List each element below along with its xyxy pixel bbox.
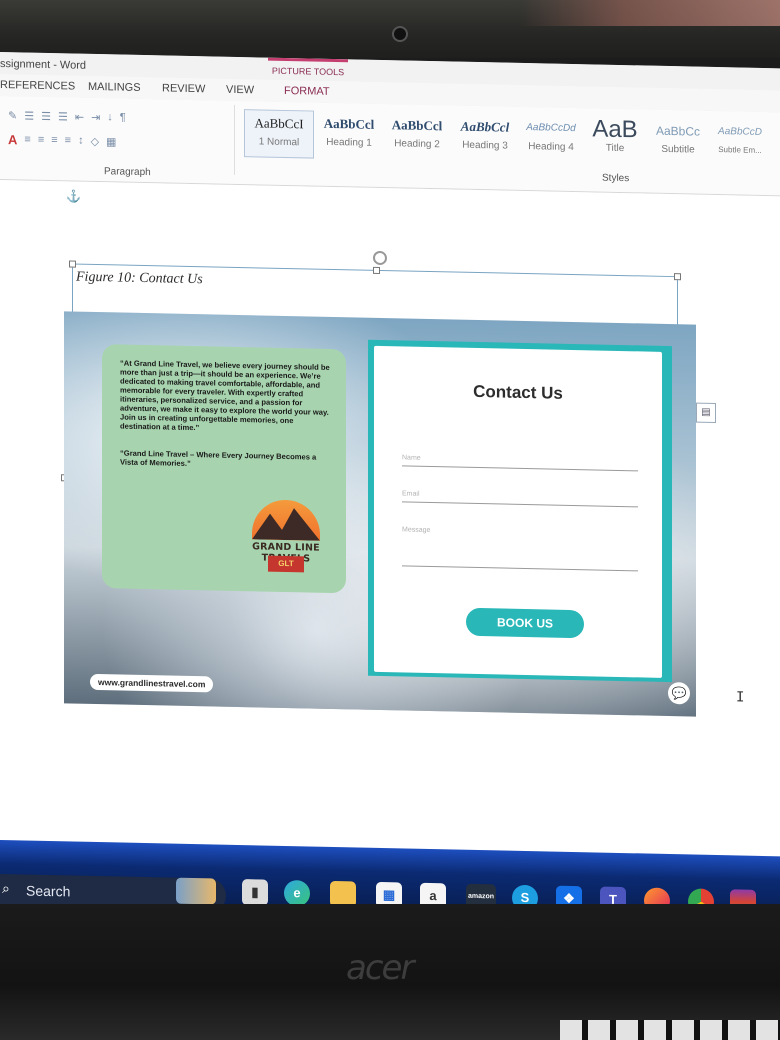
align-right-icon[interactable]: ≡ (51, 134, 57, 146)
laptop-screen: ssignment - Word PICTURE TOOLS REFERENCE… (0, 52, 780, 937)
tagline: “Grand Line Travel – Where Every Journey… (120, 448, 317, 468)
email-field-label: Email (402, 490, 420, 498)
style-sample: AaBbCcl (323, 115, 375, 132)
style-sample: AaB (592, 115, 638, 144)
style-name: Heading 1 (326, 136, 372, 149)
font-color-icon[interactable]: A (8, 132, 17, 147)
style-sample: AaBbCcI (254, 115, 304, 132)
screen-glare (520, 0, 780, 26)
laptop-bezel-top (0, 0, 780, 58)
name-field[interactable]: Name (402, 446, 638, 472)
search-icon: ⌕ (2, 880, 10, 897)
style-heading-3[interactable]: AaBbCcl Heading 3 (452, 113, 518, 162)
justify-icon[interactable]: ≡ (65, 134, 71, 146)
brand-logo: GRAND LINE TRAVELS GLT (232, 499, 342, 581)
message-field-label: Message (402, 526, 431, 535)
styles-group-label: Styles (602, 172, 630, 185)
figure-caption: Figure 10: Contact Us (76, 269, 203, 288)
message-field[interactable]: Message (402, 518, 638, 572)
tab-view[interactable]: VIEW (226, 84, 254, 97)
style-sample: AaBbCcl (460, 118, 510, 135)
sort-icon[interactable]: ↓ (107, 111, 113, 123)
paragraph-row-lists: ✎ ☰ ☰ ☰ ⇤ ⇥ ↓ ¶ (8, 106, 126, 126)
style-normal[interactable]: AaBbCcI 1 Normal (244, 109, 314, 159)
style-heading-2[interactable]: AaBbCcl Heading 2 (384, 112, 450, 161)
about-quote: “At Grand Line Travel, we believe every … (120, 358, 330, 433)
highlight-icon[interactable]: ✎ (8, 109, 17, 122)
decrease-indent-icon[interactable]: ⇤ (75, 110, 84, 123)
style-name: Heading 2 (394, 138, 440, 151)
style-heading-4[interactable]: AaBbCcDd Heading 4 (520, 115, 582, 164)
style-sample: AaBbCcl (391, 117, 443, 134)
style-sample: AaBbCc (655, 123, 701, 139)
style-sample: AaBbCcDd (526, 122, 576, 135)
borders-icon[interactable]: ▦ (106, 135, 116, 148)
tab-mailings[interactable]: MAILINGS (88, 81, 141, 94)
multilevel-list-icon[interactable]: ☰ (58, 110, 68, 123)
style-sample: AaBbCcD (718, 126, 762, 138)
webcam (392, 26, 408, 42)
style-name: 1 Normal (258, 136, 300, 149)
style-name: Title (605, 142, 625, 155)
paragraph-row-align: A ≡ ≡ ≡ ≡ ↕ ◇ ▦ (8, 130, 116, 150)
rotate-handle[interactable] (373, 250, 387, 266)
email-field[interactable]: Email (402, 482, 638, 508)
style-subtle-emphasis[interactable]: AaBbCcD Subtle Em... (710, 119, 770, 168)
shading-icon[interactable]: ◇ (91, 134, 99, 147)
style-subtitle[interactable]: AaBbCc Subtitle (648, 118, 708, 167)
brand-badge: GLT (268, 555, 304, 573)
name-field-label: Name (402, 454, 421, 462)
widgets-icon[interactable] (176, 877, 216, 905)
resize-handle[interactable] (373, 266, 380, 274)
align-left-icon[interactable]: ≡ (24, 134, 30, 146)
resize-handle[interactable] (69, 260, 76, 268)
contact-form: Contact Us Name Email Message BOOK US (374, 345, 662, 678)
style-title[interactable]: AaB Title (584, 115, 646, 165)
ribbon: ✎ ☰ ☰ ☰ ⇤ ⇥ ↓ ¶ A ≡ ≡ ≡ ≡ ↕ ◇ ▦ Paragrap… (0, 96, 780, 197)
mountain-sunset-icon (252, 499, 320, 541)
website-link: www.grandlinestravel.com (90, 673, 214, 693)
chat-icon: 💬 (668, 681, 690, 705)
text-cursor-icon: I (736, 689, 745, 706)
tab-format[interactable]: FORMAT (284, 85, 330, 98)
device-brand-logo: acer (346, 948, 414, 988)
paragraph-group: ✎ ☰ ☰ ☰ ⇤ ⇥ ↓ ¶ A ≡ ≡ ≡ ≡ ↕ ◇ ▦ Paragrap… (0, 100, 235, 179)
tab-review[interactable]: REVIEW (162, 82, 205, 95)
file-explorer-icon[interactable]: ▮ (242, 879, 268, 906)
resize-handle[interactable] (674, 273, 681, 281)
style-heading-1[interactable]: AaBbCcl Heading 1 (316, 111, 382, 160)
book-us-button[interactable]: BOOK US (466, 607, 584, 639)
bullets-icon[interactable]: ☰ (24, 109, 34, 122)
style-name: Heading 4 (528, 141, 574, 154)
anchor-icon: ⚓ (66, 189, 81, 204)
align-center-icon[interactable]: ≡ (38, 134, 44, 146)
style-name: Subtitle (661, 143, 695, 156)
contact-title: Contact Us (473, 381, 563, 403)
taskbar-search-label: Search (26, 882, 71, 900)
laptop-bezel-bottom: acer (0, 904, 780, 1040)
style-name: Subtle Em... (718, 145, 762, 155)
line-spacing-icon[interactable]: ↕ (78, 135, 84, 147)
keyboard-keys (560, 1020, 780, 1040)
layout-options-icon[interactable]: ▤ (696, 402, 716, 423)
window-title: ssignment - Word (0, 58, 86, 72)
document-page[interactable]: ⚓ Figure 10: Contact Us “At Grand Line T… (0, 180, 780, 857)
pilcrow-icon[interactable]: ¶ (120, 112, 126, 124)
picture-tools-label: PICTURE TOOLS (268, 57, 348, 82)
tab-references[interactable]: REFERENCES (0, 79, 75, 93)
edge-icon[interactable]: e (284, 879, 310, 907)
styles-gallery: AaBbCcI 1 Normal AaBbCcl Heading 1 AaBbC… (240, 109, 780, 170)
contact-poster-image[interactable]: “At Grand Line Travel, we believe every … (64, 311, 696, 717)
increase-indent-icon[interactable]: ⇥ (91, 110, 100, 123)
contact-form-card: Contact Us Name Email Message BOOK US (368, 339, 672, 683)
paragraph-group-label: Paragraph (104, 166, 151, 179)
style-name: Heading 3 (462, 139, 508, 152)
numbering-icon[interactable]: ☰ (41, 109, 51, 122)
